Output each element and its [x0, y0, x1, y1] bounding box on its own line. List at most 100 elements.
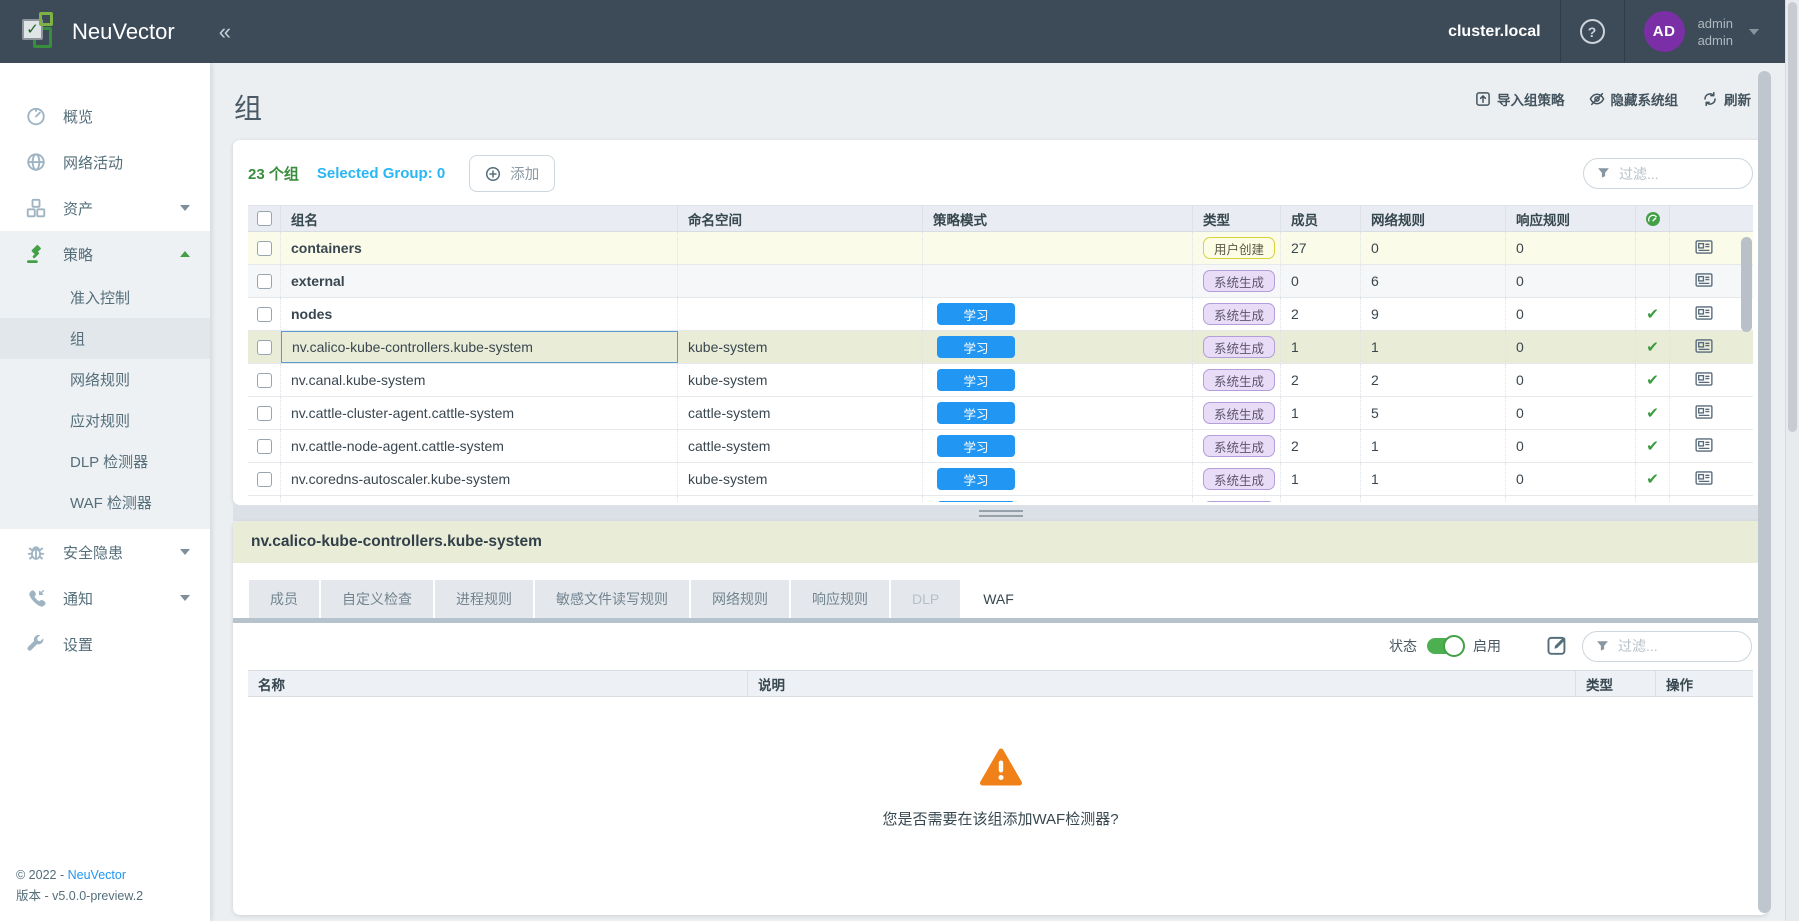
- row-checkbox[interactable]: [257, 439, 272, 454]
- column-header[interactable]: 策略模式: [923, 206, 1193, 231]
- column-header[interactable]: 组名: [281, 206, 678, 231]
- help-icon[interactable]: ?: [1580, 19, 1605, 44]
- sidebar-item-globe[interactable]: 网络活动: [0, 139, 210, 185]
- column-header[interactable]: 网络规则: [1361, 206, 1506, 231]
- tab-进程规则[interactable]: 进程规则: [435, 580, 533, 618]
- view-details-button[interactable]: [1692, 403, 1716, 423]
- chevron-down-icon: [180, 205, 190, 211]
- details-cell: [1670, 265, 1738, 297]
- learn-mode-button[interactable]: 学习: [937, 402, 1015, 424]
- user-info[interactable]: admin admin: [1698, 15, 1733, 49]
- row-checkbox[interactable]: [257, 274, 272, 289]
- row-checkbox[interactable]: [257, 472, 272, 487]
- view-details-button[interactable]: [1692, 238, 1716, 258]
- sidebar-item-gauge[interactable]: 概览: [0, 93, 210, 139]
- column-header[interactable]: 成员: [1281, 206, 1361, 231]
- view-details-button[interactable]: [1692, 337, 1716, 357]
- column-header[interactable]: 命名空间: [678, 206, 923, 231]
- tab-响应规则[interactable]: 响应规则: [791, 580, 889, 618]
- table-row[interactable]: nv.coredns.kube-systemkube-system学习系统生成3…: [248, 496, 1753, 502]
- sidebar-item-cubes[interactable]: 资产: [0, 185, 210, 231]
- learn-mode-button[interactable]: 学习: [937, 501, 1015, 502]
- page-title: 组: [234, 87, 262, 127]
- row-checkbox[interactable]: [257, 373, 272, 388]
- table-row[interactable]: nodes学习系统生成290✔: [248, 298, 1753, 331]
- sidebar-subitem[interactable]: 准入控制: [0, 277, 210, 318]
- column-header[interactable]: 响应规则: [1506, 206, 1636, 231]
- newspaper-icon: [1693, 442, 1715, 457]
- sidebar-subitem[interactable]: 应对规则: [0, 400, 210, 441]
- column-header[interactable]: 类型: [1193, 206, 1281, 231]
- tab-waf[interactable]: WAF: [962, 580, 1035, 618]
- learn-mode-button[interactable]: 学习: [937, 336, 1015, 358]
- select-all-checkbox[interactable]: [257, 211, 272, 226]
- edit-waf-button[interactable]: [1545, 634, 1569, 658]
- tab-成员[interactable]: 成员: [249, 580, 319, 618]
- waf-column-header[interactable]: 名称: [248, 671, 748, 696]
- column-header-score[interactable]: [1636, 206, 1670, 231]
- view-details-button[interactable]: [1692, 469, 1716, 489]
- policy-mode-cell: 学习: [923, 397, 1193, 429]
- sidebar-subitem-label: 应对规则: [70, 410, 130, 431]
- view-details-button[interactable]: [1692, 271, 1716, 291]
- sidebar-subitem[interactable]: WAF 检测器: [0, 482, 210, 523]
- waf-column-header[interactable]: 说明: [748, 671, 1576, 696]
- waf-status-toggle[interactable]: [1427, 638, 1463, 654]
- footer-neuvector-link[interactable]: NeuVector: [68, 868, 126, 882]
- sidebar-collapse-button[interactable]: «: [219, 21, 231, 43]
- newspaper-icon: [1693, 475, 1715, 490]
- tab-dlp[interactable]: DLP: [891, 580, 960, 618]
- sidebar-item-bug[interactable]: 安全隐患: [0, 529, 210, 575]
- tab-敏感文件读写规则[interactable]: 敏感文件读写规则: [535, 580, 689, 618]
- sidebar-subitem[interactable]: DLP 检测器: [0, 441, 210, 482]
- tab-网络规则[interactable]: 网络规则: [691, 580, 789, 618]
- groups-table-scrollbar[interactable]: [1741, 237, 1752, 332]
- sidebar-item-phone[interactable]: 通知: [0, 575, 210, 621]
- waf-filter-input[interactable]: [1618, 638, 1738, 654]
- waf-column-header[interactable]: 类型: [1576, 671, 1656, 696]
- type-cell: 系统生成: [1193, 430, 1281, 462]
- avatar[interactable]: AD: [1644, 11, 1685, 52]
- table-row[interactable]: nv.cattle-cluster-agent.cattle-systemcat…: [248, 397, 1753, 430]
- window-scrollbar[interactable]: [1785, 0, 1799, 921]
- table-row[interactable]: nv.canal.kube-systemkube-system学习系统生成220…: [248, 364, 1753, 397]
- view-details-button[interactable]: [1692, 370, 1716, 390]
- sidebar-subitem[interactable]: 网络规则: [0, 359, 210, 400]
- navbar-divider: [1560, 0, 1561, 63]
- row-checkbox[interactable]: [257, 406, 272, 421]
- chevron-up-icon: [180, 251, 190, 257]
- table-row[interactable]: containers用户创建2700: [248, 232, 1753, 265]
- policy-mode-cell: [923, 232, 1193, 264]
- table-row[interactable]: external系统生成060: [248, 265, 1753, 298]
- learn-mode-button[interactable]: 学习: [937, 303, 1015, 325]
- sidebar-item-gavel[interactable]: 策略: [0, 231, 210, 277]
- row-checkbox[interactable]: [257, 241, 272, 256]
- learn-mode-button[interactable]: 学习: [937, 435, 1015, 457]
- view-details-button[interactable]: [1692, 436, 1716, 456]
- page-action-import[interactable]: 导入组策略: [1475, 89, 1565, 109]
- response-rules-cell: 0: [1506, 298, 1636, 330]
- sidebar-item-wrench[interactable]: 设置: [0, 621, 210, 667]
- row-checkbox[interactable]: [257, 340, 272, 355]
- learn-mode-button[interactable]: 学习: [937, 468, 1015, 490]
- table-row[interactable]: nv.calico-kube-controllers.kube-systemku…: [248, 331, 1753, 364]
- group-name-cell: nv.coredns-autoscaler.kube-system: [281, 463, 678, 495]
- add-group-button[interactable]: 添加: [469, 155, 555, 192]
- row-checkbox[interactable]: [257, 307, 272, 322]
- waf-column-header[interactable]: 操作: [1656, 671, 1753, 696]
- sidebar-item-label: 安全隐患: [63, 542, 123, 563]
- eye-off-icon: [1589, 91, 1605, 107]
- table-row[interactable]: nv.cattle-node-agent.cattle-systemcattle…: [248, 430, 1753, 463]
- view-details-button[interactable]: [1692, 304, 1716, 324]
- tab-自定义检查[interactable]: 自定义检查: [321, 580, 433, 618]
- learn-mode-button[interactable]: 学习: [937, 369, 1015, 391]
- page-action-eye-off[interactable]: 隐藏系统组: [1589, 89, 1679, 109]
- content-scrollbar[interactable]: [1758, 71, 1771, 913]
- user-menu-caret-icon[interactable]: [1749, 29, 1759, 35]
- panel-splitter[interactable]: [233, 505, 1768, 521]
- waf-filter: [1582, 631, 1752, 662]
- page-action-refresh[interactable]: 刷新: [1702, 89, 1751, 109]
- groups-filter-input[interactable]: [1619, 166, 1739, 182]
- table-row[interactable]: nv.coredns-autoscaler.kube-systemkube-sy…: [248, 463, 1753, 496]
- sidebar-subitem[interactable]: 组: [0, 318, 210, 359]
